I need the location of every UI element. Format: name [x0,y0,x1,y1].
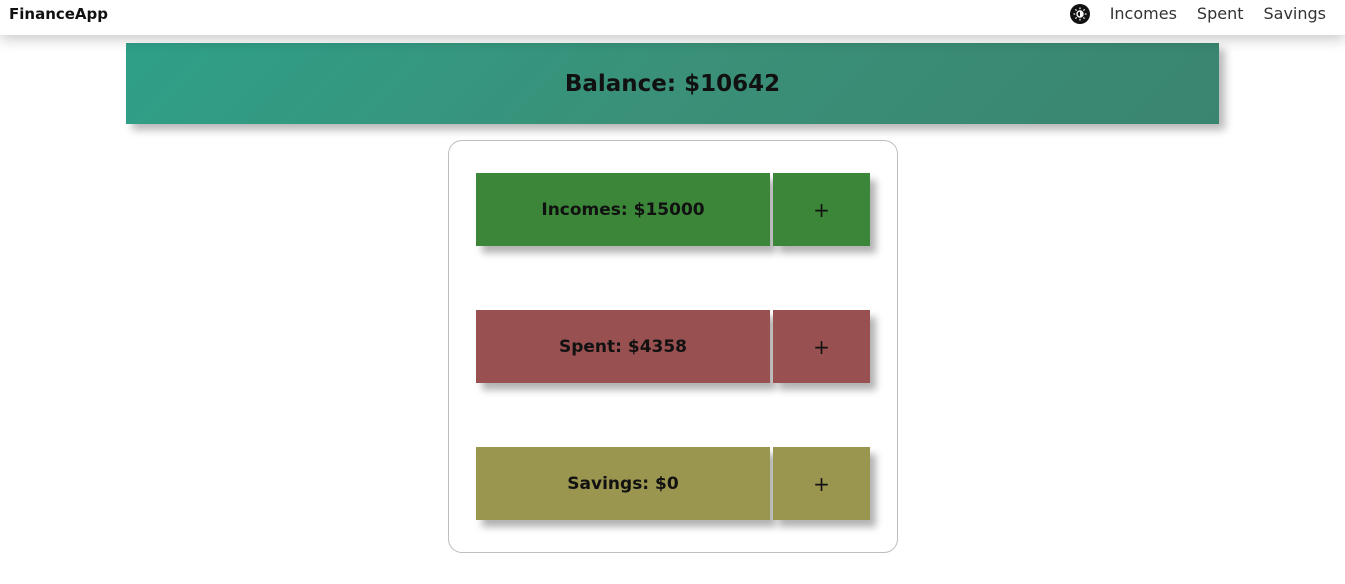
nav-links: Incomes Spent Savings [1069,4,1326,24]
incomes-label: Incomes: $15000 [476,173,770,246]
nav-link-incomes[interactable]: Incomes [1110,4,1177,24]
savings-row: Savings: $0 + [476,447,870,520]
spent-label: Spent: $4358 [476,310,770,383]
brand-logo[interactable]: FinanceApp [9,5,108,23]
nav-link-spent[interactable]: Spent [1197,4,1244,24]
spent-row: Spent: $4358 + [476,310,870,383]
balance-text: Balance: $10642 [564,70,781,97]
theme-toggle-icon[interactable] [1069,4,1090,24]
add-savings-button[interactable]: + [773,447,870,520]
add-income-button[interactable]: + [773,173,870,246]
add-spent-button[interactable]: + [773,310,870,383]
finance-summary-card: Incomes: $15000 + Spent: $4358 + Savings… [448,140,898,553]
top-navbar: FinanceApp Incomes Spent Savings [0,0,1345,35]
balance-banner: Balance: $10642 [126,43,1219,124]
nav-link-savings[interactable]: Savings [1263,4,1326,24]
savings-label: Savings: $0 [476,447,770,520]
incomes-row: Incomes: $15000 + [476,173,870,246]
